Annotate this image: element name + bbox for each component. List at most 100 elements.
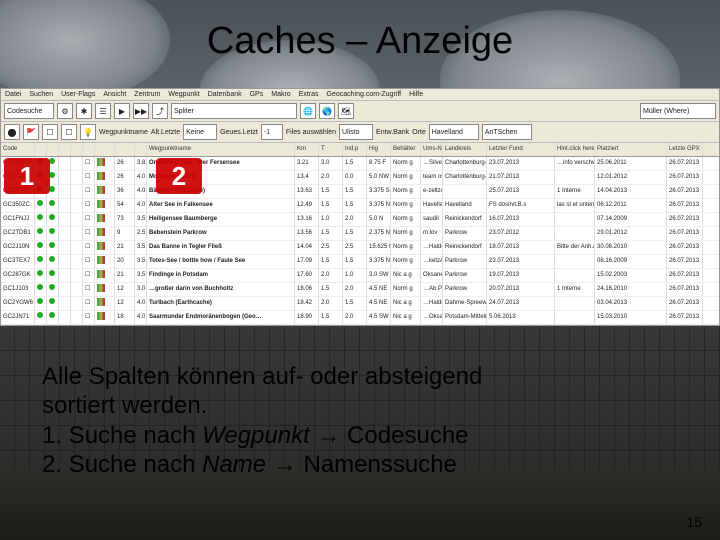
col-header[interactable]: Ums-Name — [421, 143, 443, 156]
code-search-input[interactable]: Codesuche — [4, 103, 54, 119]
cell: …Silver — [421, 157, 443, 170]
grid-header[interactable]: Code WegpunktnameKmTInd.pHigBehälterUms-N… — [1, 143, 719, 157]
tb-icon[interactable]: ☐ — [61, 124, 77, 140]
col-header[interactable]: Letzter Fund — [487, 143, 555, 156]
menu-item[interactable]: Zentrum — [134, 91, 160, 98]
cell — [35, 227, 47, 240]
tb-icon[interactable]: ⬤ — [4, 124, 20, 140]
table-row[interactable]: GC1J103☐123.0…großer darin von Buchholtz… — [1, 283, 719, 297]
cell: 3.375 S — [367, 185, 391, 198]
cell — [35, 311, 47, 324]
cell: …ketzAG — [421, 255, 443, 268]
cell: Parkrow — [443, 255, 487, 268]
col-header[interactable]: Ind.p — [343, 143, 367, 156]
col-header[interactable]: Platziert — [595, 143, 667, 156]
menu-item[interactable]: Ansicht — [103, 91, 126, 98]
cell: Parkrow — [443, 283, 487, 296]
cell — [95, 255, 115, 268]
cell: …Halder — [421, 241, 443, 254]
tb-icon[interactable]: ☐ — [42, 124, 58, 140]
table-row[interactable]: GC287GK☐213.5Findinge in Potsdam17.602.0… — [1, 269, 719, 283]
cell — [95, 185, 115, 198]
menu-item[interactable]: Hilfe — [409, 91, 423, 98]
table-row[interactable]: GC2JN71☐184.0Saarmunder Endmoränenbogen … — [1, 311, 719, 325]
tb-icon[interactable]: 🚩 — [23, 124, 39, 140]
col-header[interactable]: Letzte GPX — [667, 143, 703, 156]
cell: team osazinka — [421, 171, 443, 184]
cell: 08.16.2009 — [595, 255, 667, 268]
dd[interactable]: Havelland — [429, 124, 479, 140]
menu-item[interactable]: Datei — [5, 91, 21, 98]
cell: 12.01.2012 — [595, 171, 667, 184]
cell: FS dosnvt.B.s — [487, 199, 555, 212]
cell: GC1J103 — [1, 283, 35, 296]
cell: Norm g — [391, 241, 421, 254]
table-row[interactable]: GC3TEX7☐203.5Totes-See / bottle how / Fa… — [1, 255, 719, 269]
menu-item[interactable]: Extras — [299, 91, 319, 98]
menu-item[interactable]: Geocaching.com-Zugriff — [327, 91, 402, 98]
cell: 1.0 — [319, 213, 343, 226]
filter-field[interactable]: Müller (Where) — [640, 103, 716, 119]
col-header[interactable] — [83, 143, 95, 156]
tb-btn[interactable]: 🗺 — [338, 103, 354, 119]
col-header[interactable] — [115, 143, 135, 156]
tb-icon[interactable]: 💡 — [80, 124, 96, 140]
tb-btn[interactable]: ✱ — [76, 103, 92, 119]
menu-item[interactable]: Wegpunkt — [168, 91, 199, 98]
table-row[interactable]: GC2BTA7☐364.0Bärental (Initsuche)13.631.… — [1, 185, 719, 199]
table-row[interactable]: GC2TDB1☐92.5Bebenstein Parkrow13.561.51.… — [1, 227, 719, 241]
dd[interactable]: Ulisto — [339, 124, 373, 140]
slide-title: Caches – Anzeige — [0, 20, 720, 63]
table-row[interactable]: GC350ZC☐544.0Alter See in Falkensee12.49… — [1, 199, 719, 213]
col-header[interactable]: Km — [295, 143, 319, 156]
slide-body: Alle Spalten können auf- oder absteigend… — [42, 362, 660, 479]
table-row[interactable]: GC2YGW6☐124.0Turlbach (Earthcache)18.422… — [1, 297, 719, 311]
col-header[interactable] — [47, 143, 59, 156]
cell: 26.07.2013 — [667, 171, 703, 184]
cell: 3.5 — [135, 255, 147, 268]
tb-btn[interactable]: ▶▶ — [133, 103, 149, 119]
table-row[interactable]: GC2C09V☐264.0Mordenschlucht13.42.00.05.0… — [1, 171, 719, 185]
cell: Reinickendorf — [443, 241, 487, 254]
cell: 29.01.2012 — [595, 227, 667, 240]
tb-btn[interactable]: 🌎 — [319, 103, 335, 119]
col-header[interactable]: Code — [1, 143, 35, 156]
dd[interactable]: AnTSchen — [482, 124, 532, 140]
cell — [95, 213, 115, 226]
cell: 23.07.2013 — [487, 157, 555, 170]
col-header[interactable] — [59, 143, 71, 156]
cell: 14.04 — [295, 241, 319, 254]
name-search-input[interactable]: Spliter — [171, 103, 297, 119]
col-header[interactable]: Landkreis — [443, 143, 487, 156]
tb-btn[interactable]: ⚙ — [57, 103, 73, 119]
table-row[interactable]: GC2J10N☐213.5Das Banne in Tegler Fließ14… — [1, 241, 719, 255]
cell: Havelland — [443, 199, 487, 212]
col-header[interactable]: Behälter — [391, 143, 421, 156]
table-row[interactable]: GC2WY4P☐263.8Onefortheroad… Der Fersense… — [1, 157, 719, 171]
menu-item[interactable]: Makro — [271, 91, 290, 98]
col-header[interactable] — [71, 143, 83, 156]
table-row[interactable]: GC1FNJJ☐733.5Heiligensee Baumberge13.161… — [1, 213, 719, 227]
menu-item[interactable]: Datenbank — [208, 91, 242, 98]
tb-btn[interactable]: ☰ — [95, 103, 111, 119]
col-header[interactable]: Wegpunktname — [147, 143, 295, 156]
cell: 23.07.2012 — [487, 227, 555, 240]
tb-btn[interactable]: 🌐 — [300, 103, 316, 119]
dd[interactable]: Keine — [183, 124, 217, 140]
col-header[interactable] — [35, 143, 47, 156]
col-header[interactable]: Hint.click here to encrypt — [555, 143, 595, 156]
cell — [47, 255, 59, 268]
cell: 3.0 — [319, 157, 343, 170]
dd[interactable]: -1 — [261, 124, 283, 140]
col-header[interactable]: T — [319, 143, 343, 156]
col-header[interactable] — [95, 143, 115, 156]
cell: 26.07.2013 — [667, 283, 703, 296]
col-header[interactable]: Hig — [367, 143, 391, 156]
col-header[interactable] — [135, 143, 147, 156]
menu-item[interactable]: User-Flags — [61, 91, 95, 98]
cell: …großer darin von Buchholtz — [147, 283, 295, 296]
tb-btn[interactable]: ⤴ — [152, 103, 168, 119]
menu-item[interactable]: Suchen — [29, 91, 53, 98]
tb-btn[interactable]: ▶ — [114, 103, 130, 119]
menu-item[interactable]: GPs — [250, 91, 264, 98]
